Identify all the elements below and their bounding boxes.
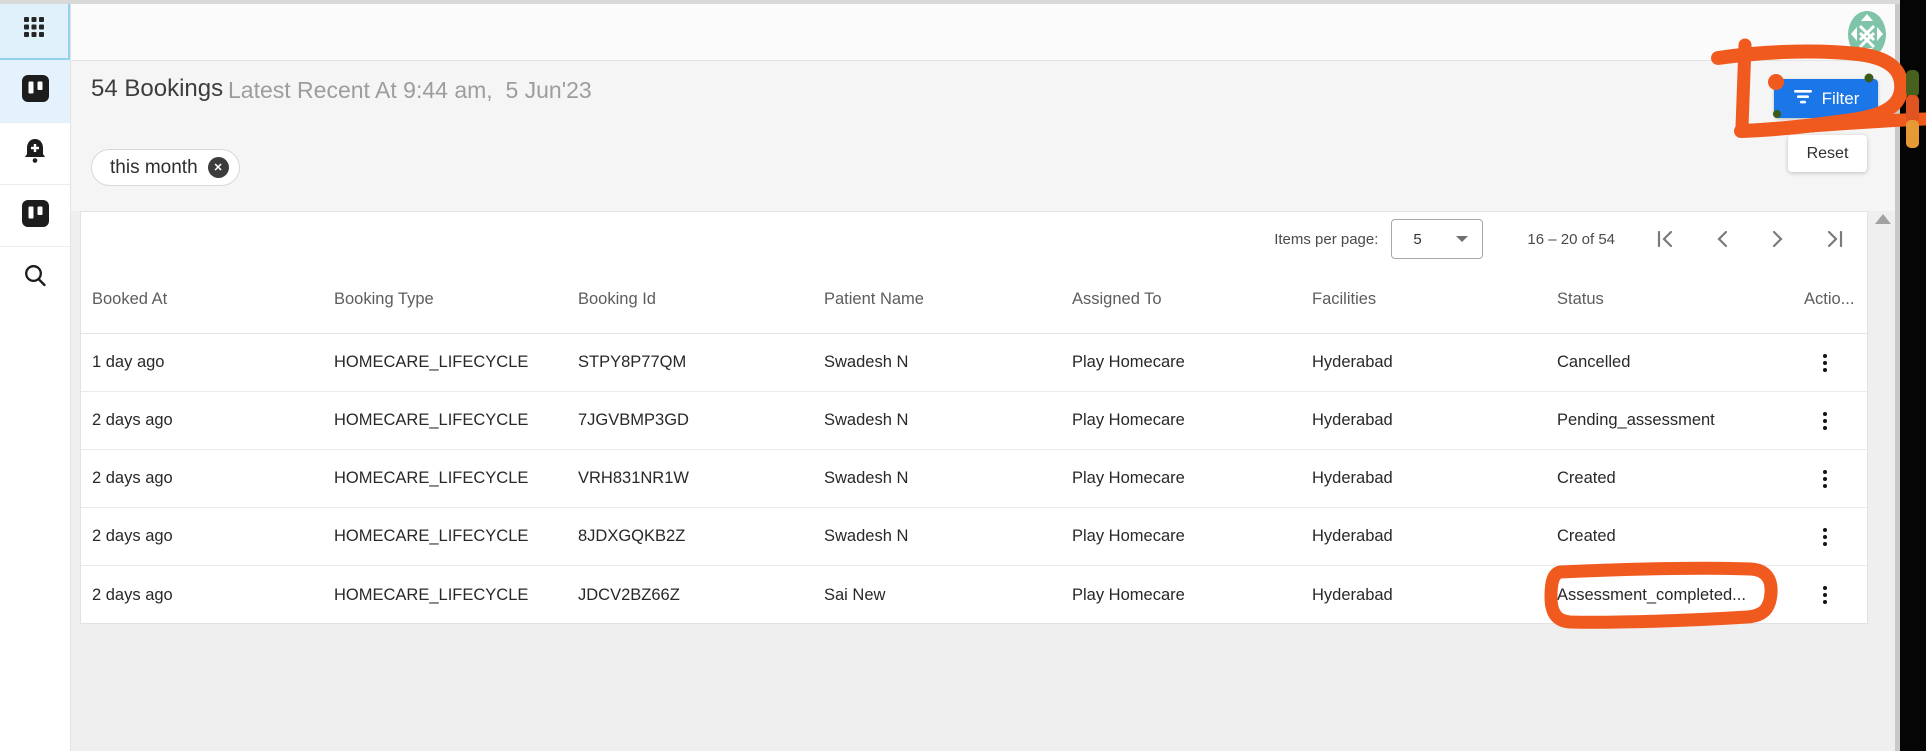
first-page-button[interactable] xyxy=(1653,226,1679,252)
table-row: 2 days ago HOMECARE_LIFECYCLE 7JGVBMP3GD… xyxy=(81,392,1867,450)
sidebar-item-notifications[interactable] xyxy=(0,122,70,184)
chip-close-icon[interactable]: ✕ xyxy=(208,157,229,178)
cell-assigned-to: Play Homecare xyxy=(1072,469,1312,488)
cell-booking-id: JDCV2BZ66Z xyxy=(578,586,824,605)
latest-recent-subtitle: Latest Recent At 9:44 am, 5 Jun'23 xyxy=(228,77,592,104)
sidebar-item-apps[interactable] xyxy=(0,0,70,60)
page-title: 54 Bookings xyxy=(91,75,223,103)
cell-booking-type: HOMECARE_LIFECYCLE xyxy=(334,586,578,605)
window-right-strip xyxy=(1900,0,1926,751)
filter-chip-this-month[interactable]: this month ✕ xyxy=(91,149,240,186)
window-top-edge xyxy=(0,0,1900,4)
cell-booking-id: STPY8P77QM xyxy=(578,353,824,372)
filter-lines-icon xyxy=(1793,89,1813,109)
cell-booked-at: 1 day ago xyxy=(92,353,334,372)
sidebar-item-board-2[interactable] xyxy=(0,184,70,246)
cell-facilities: Hyderabad xyxy=(1312,586,1557,605)
row-actions-kebab-icon[interactable] xyxy=(1810,462,1840,496)
filter-button-label: Filter xyxy=(1822,89,1860,109)
column-header-assigned-to: Assigned To xyxy=(1072,290,1312,309)
last-page-button[interactable] xyxy=(1821,226,1847,252)
sidebar xyxy=(0,0,71,751)
cell-status: Pending_assessment xyxy=(1557,411,1804,430)
board-icon xyxy=(22,75,49,107)
cell-booked-at: 2 days ago xyxy=(92,586,334,605)
cell-patient-name: Swadesh N xyxy=(824,353,1072,372)
cell-assigned-to: Play Homecare xyxy=(1072,353,1312,372)
column-header-booked-at: Booked At xyxy=(92,290,334,309)
scrollbar-up-arrow-icon[interactable] xyxy=(1875,214,1891,224)
cell-facilities: Hyderabad xyxy=(1312,527,1557,546)
table-header-row: Booked At Booking Type Booking Id Patien… xyxy=(81,266,1867,334)
reset-button[interactable]: Reset xyxy=(1788,135,1867,172)
cell-patient-name: Swadesh N xyxy=(824,469,1072,488)
items-per-page-label: Items per page: xyxy=(1274,231,1378,248)
cell-patient-name: Sai New xyxy=(824,586,1072,605)
grid-icon xyxy=(24,17,44,42)
column-header-booking-type: Booking Type xyxy=(334,290,578,309)
column-header-facilities: Facilities xyxy=(1312,290,1557,309)
next-page-button[interactable] xyxy=(1765,226,1791,252)
cell-booking-id: 7JGVBMP3GD xyxy=(578,411,824,430)
cell-facilities: Hyderabad xyxy=(1312,411,1557,430)
avatar[interactable] xyxy=(1848,11,1886,58)
sidebar-item-board[interactable] xyxy=(0,60,70,122)
sidebar-item-search[interactable] xyxy=(0,246,70,308)
cell-booking-type: HOMECARE_LIFECYCLE xyxy=(334,353,578,372)
cell-status: Created xyxy=(1557,469,1804,488)
row-actions-kebab-icon[interactable] xyxy=(1810,346,1840,380)
column-header-booking-id: Booking Id xyxy=(578,290,824,309)
cell-booked-at: 2 days ago xyxy=(92,411,334,430)
column-header-patient-name: Patient Name xyxy=(824,290,1072,309)
cell-assigned-to: Play Homecare xyxy=(1072,527,1312,546)
cell-booking-type: HOMECARE_LIFECYCLE xyxy=(334,527,578,546)
cell-booking-type: HOMECARE_LIFECYCLE xyxy=(334,469,578,488)
cell-patient-name: Swadesh N xyxy=(824,527,1072,546)
row-actions-kebab-icon[interactable] xyxy=(1810,520,1840,554)
column-header-status: Status xyxy=(1557,290,1804,309)
table-body: 1 day ago HOMECARE_LIFECYCLE STPY8P77QM … xyxy=(81,334,1867,624)
search-icon xyxy=(23,263,47,292)
chip-label: this month xyxy=(110,157,198,179)
pagination-nav xyxy=(1653,226,1847,252)
cell-status: Assessment_completed... xyxy=(1557,586,1804,605)
page-size-select[interactable]: 5 xyxy=(1391,219,1483,259)
top-header xyxy=(70,0,1900,61)
cell-assigned-to: Play Homecare xyxy=(1072,411,1312,430)
cell-booked-at: 2 days ago xyxy=(92,469,334,488)
cell-booked-at: 2 days ago xyxy=(92,527,334,546)
cell-status: Created xyxy=(1557,527,1804,546)
previous-page-button[interactable] xyxy=(1709,226,1735,252)
cell-facilities: Hyderabad xyxy=(1312,353,1557,372)
board-icon xyxy=(22,200,49,232)
table-row: 2 days ago HOMECARE_LIFECYCLE JDCV2BZ66Z… xyxy=(81,566,1867,624)
cell-booking-type: HOMECARE_LIFECYCLE xyxy=(334,411,578,430)
row-actions-kebab-icon[interactable] xyxy=(1810,578,1840,612)
filter-button[interactable]: Filter xyxy=(1774,79,1878,118)
chevron-down-icon xyxy=(1456,236,1468,242)
table-row: 1 day ago HOMECARE_LIFECYCLE STPY8P77QM … xyxy=(81,334,1867,392)
table-row: 2 days ago HOMECARE_LIFECYCLE 8JDXGQKB2Z… xyxy=(81,508,1867,566)
page-size-value: 5 xyxy=(1413,231,1421,248)
bookings-table-card: Items per page: 5 16 – 20 of 54 Booked A… xyxy=(80,211,1868,624)
table-row: 2 days ago HOMECARE_LIFECYCLE VRH831NR1W… xyxy=(81,450,1867,508)
cell-facilities: Hyderabad xyxy=(1312,469,1557,488)
bell-plus-icon xyxy=(22,137,48,170)
page-range-label: 16 – 20 of 54 xyxy=(1527,231,1615,248)
cell-status: Cancelled xyxy=(1557,353,1804,372)
cell-booking-id: VRH831NR1W xyxy=(578,469,824,488)
cell-booking-id: 8JDXGQKB2Z xyxy=(578,527,824,546)
cell-assigned-to: Play Homecare xyxy=(1072,586,1312,605)
cell-patient-name: Swadesh N xyxy=(824,411,1072,430)
column-header-actions: Actio... xyxy=(1804,290,1867,309)
row-actions-kebab-icon[interactable] xyxy=(1810,404,1840,438)
pagination-bar: Items per page: 5 16 – 20 of 54 xyxy=(1274,212,1849,266)
